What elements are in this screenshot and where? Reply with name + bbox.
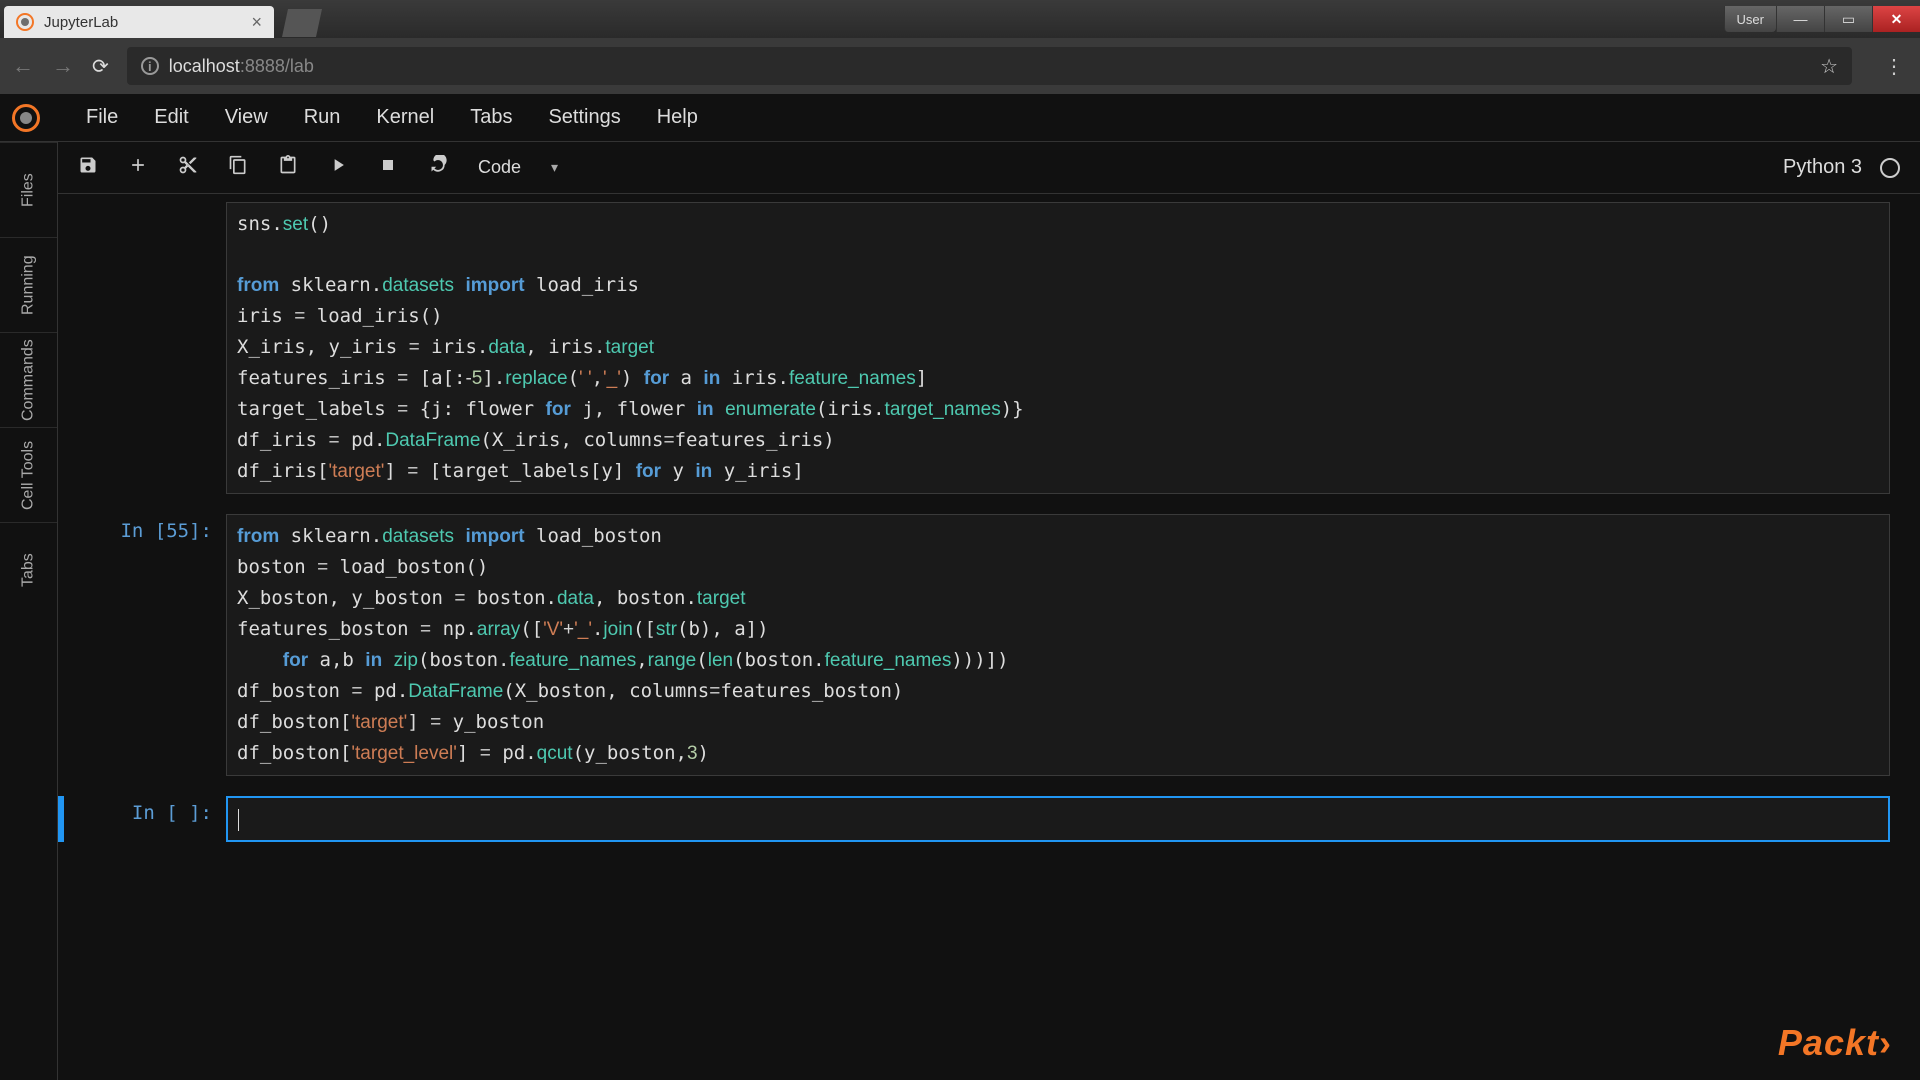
left-sidebar: Files Running Commands Cell Tools Tabs <box>0 142 58 1080</box>
menu-run[interactable]: Run <box>286 106 359 129</box>
close-tab-icon[interactable]: × <box>251 12 262 33</box>
code-cell[interactable]: In [ ]: <box>78 796 1890 842</box>
celltype-value: Code <box>478 157 521 178</box>
chevron-down-icon: ▾ <box>551 159 558 176</box>
reload-button[interactable]: ⟳ <box>92 54 109 79</box>
copy-icon[interactable] <box>228 155 248 181</box>
jupyter-favicon-icon <box>16 13 34 31</box>
back-button[interactable]: ← <box>12 53 34 79</box>
menu-view[interactable]: View <box>207 106 286 129</box>
packt-watermark: Packt› <box>1778 1022 1892 1064</box>
window-controls: User — ▭ ✕ <box>1724 6 1920 32</box>
bookmark-icon[interactable]: ☆ <box>1820 54 1838 79</box>
sidebar-files[interactable]: Files <box>0 142 57 237</box>
cell-prompt: In [55]: <box>78 514 226 776</box>
kernel-status-icon[interactable] <box>1880 158 1900 178</box>
restart-icon[interactable] <box>428 155 448 181</box>
browser-tab[interactable]: JupyterLab × <box>4 6 274 38</box>
new-tab-button[interactable] <box>282 9 322 37</box>
add-cell-icon[interactable] <box>128 155 148 181</box>
menu-help[interactable]: Help <box>639 106 716 129</box>
user-badge[interactable]: User <box>1724 6 1776 32</box>
window-titlebar: JupyterLab × User — ▭ ✕ <box>0 0 1920 38</box>
cell-input[interactable] <box>226 796 1890 842</box>
close-window-button[interactable]: ✕ <box>1872 6 1920 32</box>
code-cell[interactable]: sns.set() from sklearn.datasets import l… <box>78 202 1890 494</box>
sidebar-tabs[interactable]: Tabs <box>0 522 57 617</box>
run-icon[interactable] <box>328 155 348 181</box>
tab-title: JupyterLab <box>44 14 251 31</box>
site-info-icon[interactable]: i <box>141 57 159 75</box>
kernel-name[interactable]: Python 3 <box>1783 156 1862 179</box>
jupyter-menubar: File Edit View Run Kernel Tabs Settings … <box>0 94 1920 142</box>
stop-icon[interactable] <box>378 155 398 181</box>
cell-input[interactable]: from sklearn.datasets import load_boston… <box>226 514 1890 776</box>
cell-prompt <box>78 202 226 494</box>
paste-icon[interactable] <box>278 155 298 181</box>
menu-edit[interactable]: Edit <box>136 106 206 129</box>
menu-kernel[interactable]: Kernel <box>358 106 452 129</box>
url-bar: ← → ⟳ i localhost:8888/lab ☆ ⋮ <box>0 38 1920 94</box>
sidebar-running[interactable]: Running <box>0 237 57 332</box>
menu-settings[interactable]: Settings <box>530 106 638 129</box>
sidebar-commands[interactable]: Commands <box>0 332 57 427</box>
code-cell[interactable]: In [55]:from sklearn.datasets import loa… <box>78 514 1890 776</box>
minimize-button[interactable]: — <box>1776 6 1824 32</box>
address-bar[interactable]: i localhost:8888/lab ☆ <box>127 47 1852 85</box>
notebook-cells[interactable]: sns.set() from sklearn.datasets import l… <box>58 194 1920 1080</box>
notebook-toolbar: Code ▾ Python 3 <box>58 142 1920 194</box>
main-area: Files Running Commands Cell Tools Tabs C… <box>0 142 1920 1080</box>
forward-button[interactable]: → <box>52 53 74 79</box>
cell-prompt: In [ ]: <box>78 796 226 842</box>
celltype-select[interactable]: Code ▾ <box>478 157 558 178</box>
cut-icon[interactable] <box>178 155 198 181</box>
browser-menu-icon[interactable]: ⋮ <box>1884 54 1904 79</box>
url-host: localhost <box>169 56 240 77</box>
url-path: :8888/lab <box>240 56 314 77</box>
cell-input[interactable]: sns.set() from sklearn.datasets import l… <box>226 202 1890 494</box>
notebook-panel: Code ▾ Python 3 sns.set() from sklearn.d… <box>58 142 1920 1080</box>
maximize-button[interactable]: ▭ <box>1824 6 1872 32</box>
tab-strip: JupyterLab × <box>0 0 322 38</box>
sidebar-celltools[interactable]: Cell Tools <box>0 427 57 522</box>
menu-file[interactable]: File <box>68 106 136 129</box>
jupyter-logo-icon[interactable] <box>12 104 40 132</box>
save-icon[interactable] <box>78 155 98 181</box>
menu-tabs[interactable]: Tabs <box>452 106 530 129</box>
kernel-info: Python 3 <box>1783 156 1900 179</box>
